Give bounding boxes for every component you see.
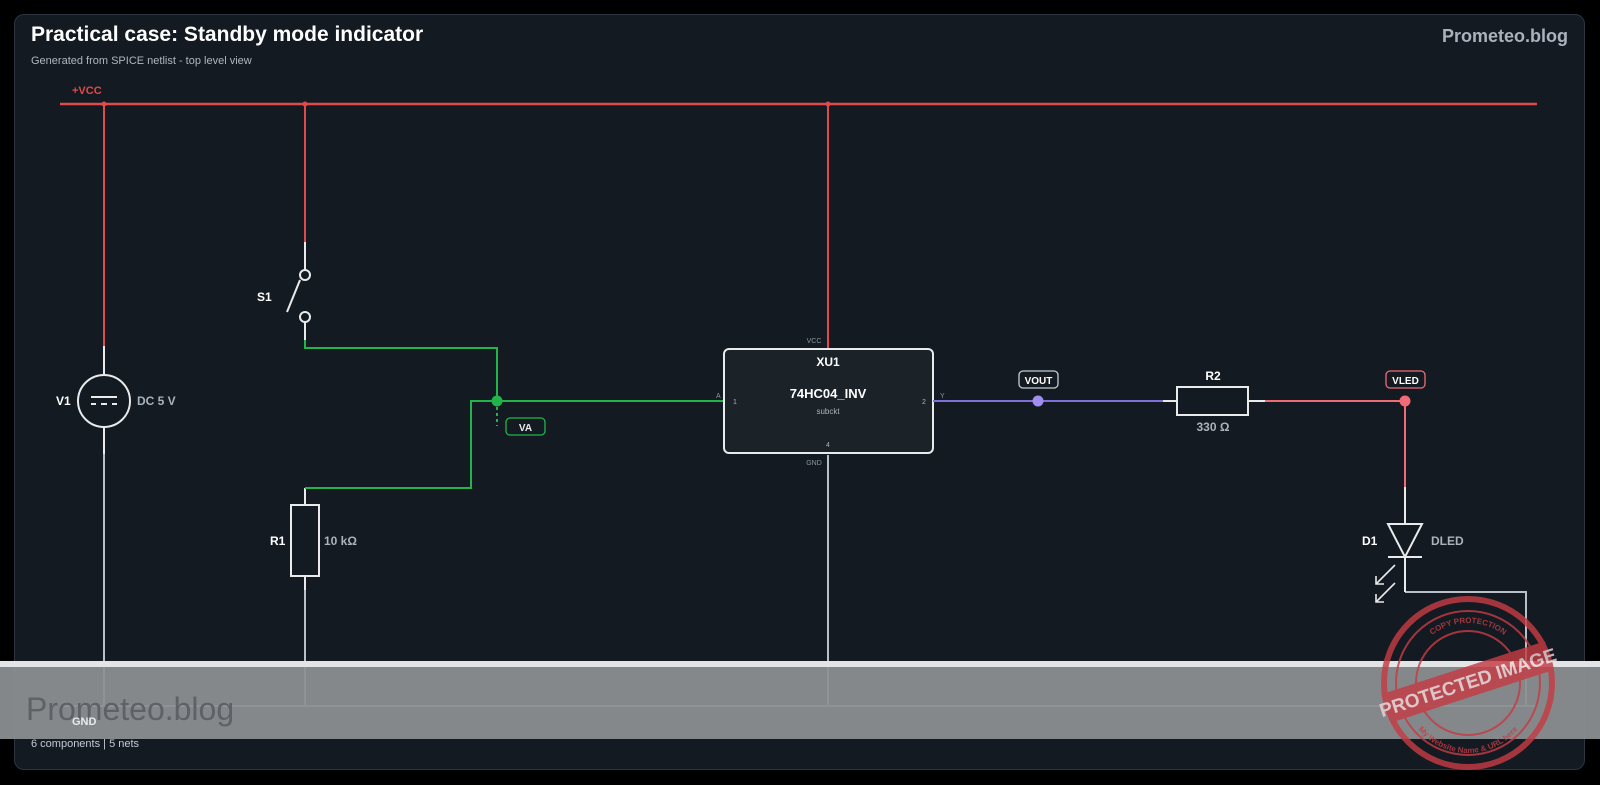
gnd-label: GND bbox=[72, 716, 97, 728]
r2-resistor bbox=[1163, 386, 1265, 416]
r2-ref: R2 bbox=[1205, 369, 1221, 383]
watermark-text: Prometeo.blog bbox=[26, 691, 235, 727]
r1-ref: R1 bbox=[270, 534, 286, 548]
xu1-pin-a: A bbox=[716, 393, 721, 400]
va-net bbox=[304, 340, 724, 489]
svg-text:My Website Name & URL here: My Website Name & URL here bbox=[1417, 724, 1520, 755]
svg-text:COPY PROTECTION: COPY PROTECTION bbox=[1428, 616, 1508, 637]
xu1-pin-vcc: VCC bbox=[807, 338, 822, 345]
va-junction bbox=[491, 395, 503, 407]
va-label: VA bbox=[519, 423, 532, 434]
vled-junction bbox=[1399, 395, 1411, 407]
d1-led bbox=[1375, 487, 1424, 603]
vled-label: VLED bbox=[1392, 376, 1419, 387]
v1-value: DC 5 V bbox=[137, 394, 176, 408]
stamp-top-text: COPY PROTECTION bbox=[1428, 616, 1508, 637]
watermark-band: Prometeo.blog bbox=[0, 661, 1600, 739]
xu1-pin-2: 2 bbox=[922, 399, 926, 406]
vled-net bbox=[1265, 400, 1406, 487]
xu1-ref: XU1 bbox=[816, 355, 840, 369]
r1-value: 10 kΩ bbox=[324, 534, 357, 548]
v1-source bbox=[77, 346, 131, 454]
xu1-pin-gnd: GND bbox=[806, 460, 822, 467]
d1-ref: D1 bbox=[1362, 534, 1378, 548]
stamp-main-text: PROTECTED IMAGE bbox=[1378, 645, 1558, 722]
xu1-pin-1: 1 bbox=[733, 399, 737, 406]
xu1-kind: subckt bbox=[816, 407, 840, 416]
protected-stamp: COPY PROTECTION My Website Name & URL he… bbox=[1378, 596, 1558, 770]
v1-ref: V1 bbox=[56, 394, 71, 408]
vcc-net bbox=[60, 102, 1537, 348]
d1-value: DLED bbox=[1431, 534, 1464, 548]
vout-label: VOUT bbox=[1025, 376, 1053, 387]
xu1-pin-4: 4 bbox=[826, 442, 830, 449]
vcc-label: +VCC bbox=[72, 85, 102, 97]
xu1-pin-y: Y bbox=[940, 393, 945, 400]
r2-value: 330 Ω bbox=[1197, 420, 1230, 434]
s1-ref: S1 bbox=[257, 290, 272, 304]
r1-resistor bbox=[290, 488, 320, 590]
vout-junction bbox=[1032, 395, 1044, 407]
stamp-bottom-text: My Website Name & URL here bbox=[1417, 724, 1520, 755]
s1-switch bbox=[286, 242, 311, 340]
xu1-model: 74HC04_INV bbox=[790, 386, 867, 401]
